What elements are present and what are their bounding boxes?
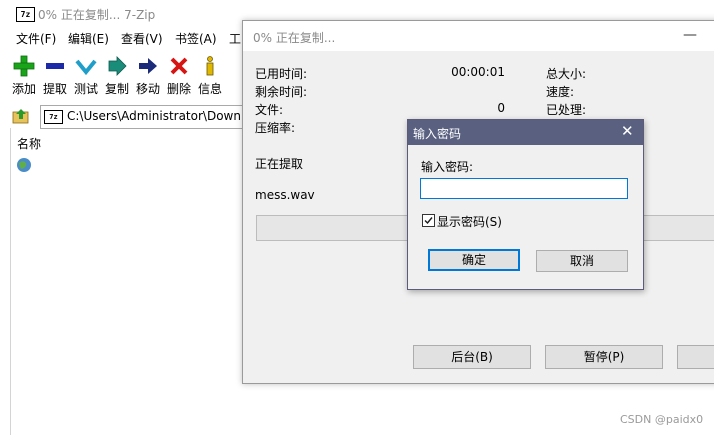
main-window-title: 0% 正在复制... 7-Zip <box>38 8 156 22</box>
cancel-button[interactable]: 取消 <box>536 250 628 272</box>
info-icon <box>206 56 214 76</box>
elapsed-value: 00:00:01 <box>451 65 505 79</box>
address-text: C:\Users\Administrator\Downlo <box>67 109 252 123</box>
status-text: 正在提取 <box>255 157 304 171</box>
extract-button[interactable]: 提取 <box>38 52 72 98</box>
delete-label: 删除 <box>166 82 191 96</box>
test-button[interactable]: 测试 <box>69 52 103 98</box>
folder-up-icon[interactable] <box>12 107 30 125</box>
test-label: 测试 <box>73 82 98 96</box>
info-button[interactable]: 信息 <box>193 52 227 98</box>
address-bar: 7z C:\Users\Administrator\Downlo <box>10 104 262 129</box>
ratio-label: 压缩率: <box>255 121 296 135</box>
remaining-label: 剩余时间: <box>255 85 308 99</box>
seven-zip-app-icon: 7z <box>16 7 35 22</box>
menu-tools[interactable]: 工 <box>229 30 241 47</box>
add-label: 添加 <box>11 82 36 96</box>
menubar: 文件(F) 编辑(E) 查看(V) 书签(A) 工 <box>0 30 250 48</box>
copy-icon <box>108 56 127 76</box>
ok-button[interactable]: 确定 <box>428 249 520 271</box>
processed-label: 已处理: <box>546 103 587 117</box>
pause-button[interactable]: 暂停(P) <box>545 345 663 369</box>
total-size-label: 总大小: <box>546 67 587 81</box>
show-password-checkbox[interactable] <box>422 214 435 227</box>
current-filename: mess.wav <box>255 188 315 202</box>
list-left-border <box>10 128 11 435</box>
menu-edit[interactable]: 编辑(E) <box>68 30 109 47</box>
files-label: 文件: <box>255 103 284 117</box>
add-button[interactable]: 添加 <box>7 52 41 98</box>
move-icon <box>139 58 157 74</box>
menu-bookmarks[interactable]: 书签(A) <box>175 30 217 47</box>
copy-button[interactable]: 复制 <box>100 52 134 98</box>
delete-button[interactable]: 删除 <box>162 52 196 98</box>
delete-icon <box>170 57 188 75</box>
address-input[interactable]: 7z C:\Users\Administrator\Downlo <box>40 105 262 129</box>
info-label: 信息 <box>197 82 222 96</box>
move-button[interactable]: 移动 <box>131 52 165 98</box>
audio-file-icon[interactable] <box>16 157 32 173</box>
column-header-name[interactable]: 名称 <box>17 135 41 152</box>
elapsed-label: 已用时间: <box>255 67 308 81</box>
password-input[interactable] <box>420 178 628 199</box>
menu-view[interactable]: 查看(V) <box>121 30 163 47</box>
extract-label: 提取 <box>42 82 67 96</box>
password-label: 输入密码: <box>421 160 474 174</box>
minimize-icon[interactable]: — <box>683 27 697 43</box>
password-dialog-title: 输入密码 <box>413 127 462 141</box>
add-icon <box>13 55 35 77</box>
seven-zip-address-icon: 7z <box>44 110 63 124</box>
test-icon <box>75 59 97 76</box>
checkmark-icon <box>424 217 433 225</box>
progress-title: 0% 正在复制... <box>253 31 336 45</box>
cancel-progress-button[interactable] <box>677 345 714 369</box>
speed-label: 速度: <box>546 85 575 99</box>
show-password-label[interactable]: 显示密码(S) <box>437 213 502 230</box>
menu-file[interactable]: 文件(F) <box>16 30 56 47</box>
extract-icon <box>46 63 64 69</box>
copy-label: 复制 <box>104 82 129 96</box>
watermark: CSDN @paidx0 <box>620 413 704 426</box>
move-label: 移动 <box>135 82 160 96</box>
password-titlebar: 输入密码 ✕ <box>408 120 643 145</box>
close-icon[interactable]: ✕ <box>621 123 634 140</box>
progress-titlebar: 0% 正在复制... — <box>243 21 714 51</box>
password-dialog: 输入密码 ✕ 输入密码: 显示密码(S) 确定 取消 <box>407 119 644 290</box>
files-value: 0 <box>497 101 505 115</box>
toolbar: 添加 提取 测试 复制 移动 删除 信息 <box>0 52 240 98</box>
background-button[interactable]: 后台(B) <box>413 345 531 369</box>
